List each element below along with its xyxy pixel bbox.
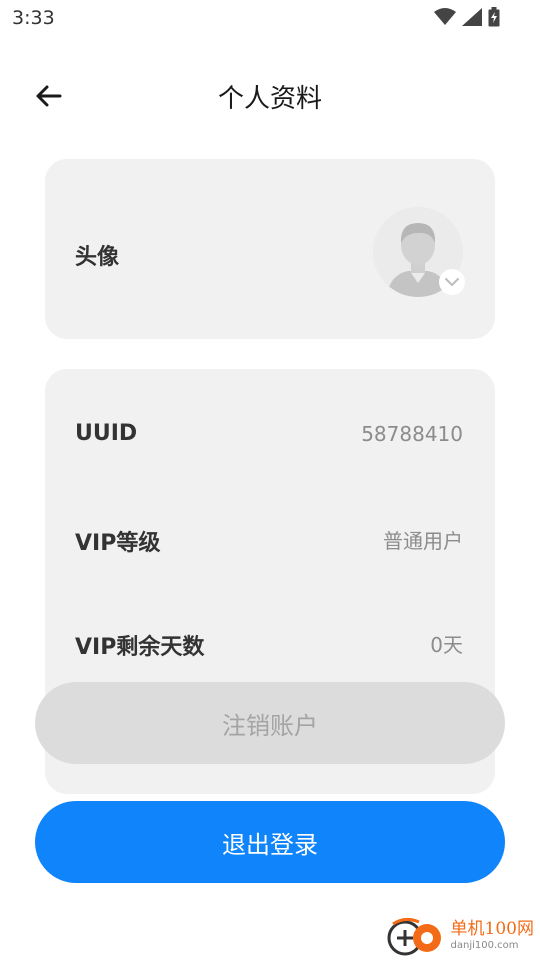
page-title: 个人资料 (217, 84, 322, 114)
logout-button[interactable]: 退出登录 (35, 801, 505, 883)
uuid-value: 58788410 (361, 422, 463, 446)
vip-days-label: VIP剩余天数 (75, 635, 205, 660)
uuid-label: UUID (75, 421, 138, 446)
avatar-label: 头像 (75, 245, 120, 270)
watermark-url: danji100.com (450, 940, 519, 951)
deactivate-account-button[interactable]: 注销账户 (35, 682, 505, 764)
status-icons (434, 7, 500, 27)
battery-charging-icon (488, 7, 500, 27)
avatar-edit-badge[interactable] (439, 269, 465, 295)
vip-level-value: 普通用户 (383, 529, 463, 553)
status-time: 3:33 (12, 7, 55, 29)
status-bar: 3:33 (0, 0, 540, 36)
wifi-icon (434, 8, 456, 25)
chevron-down-icon (445, 278, 459, 286)
vip-level-label: VIP等级 (75, 531, 161, 556)
vip-days-value: 0天 (430, 633, 463, 657)
watermark: 单机100网 danji100.com (385, 916, 534, 956)
watermark-logo-icon (387, 917, 441, 956)
avatar-card[interactable]: 头像 (45, 159, 495, 339)
signal-icon (462, 8, 482, 26)
top-bar: 个人资料 (0, 62, 540, 128)
watermark-name: 单机100网 (450, 919, 534, 939)
